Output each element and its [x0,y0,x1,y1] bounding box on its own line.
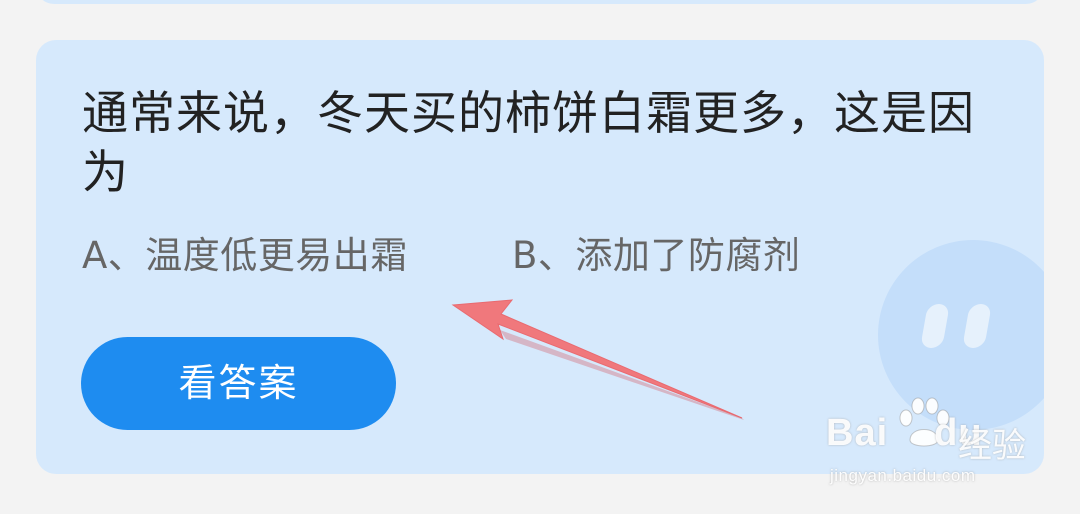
watermark-product: 经验 [958,426,1026,466]
option-a[interactable]: A、温度低更易出霜 [82,233,408,279]
view-answer-button[interactable]: 看答案 [81,337,396,430]
mascot-left-eye [920,304,950,348]
previous-card-edge [36,0,1044,4]
mascot-right-eye [962,304,992,348]
question-text: 通常来说，冬天买的柿饼白霜更多，这是因为 [82,86,975,199]
baidu-jingyan-watermark: Bai du 经验 jingyan.baidu.com [826,392,1046,502]
watermark-url: jingyan.baidu.com [830,466,976,485]
option-b[interactable]: B、添加了防腐剂 [512,233,800,279]
